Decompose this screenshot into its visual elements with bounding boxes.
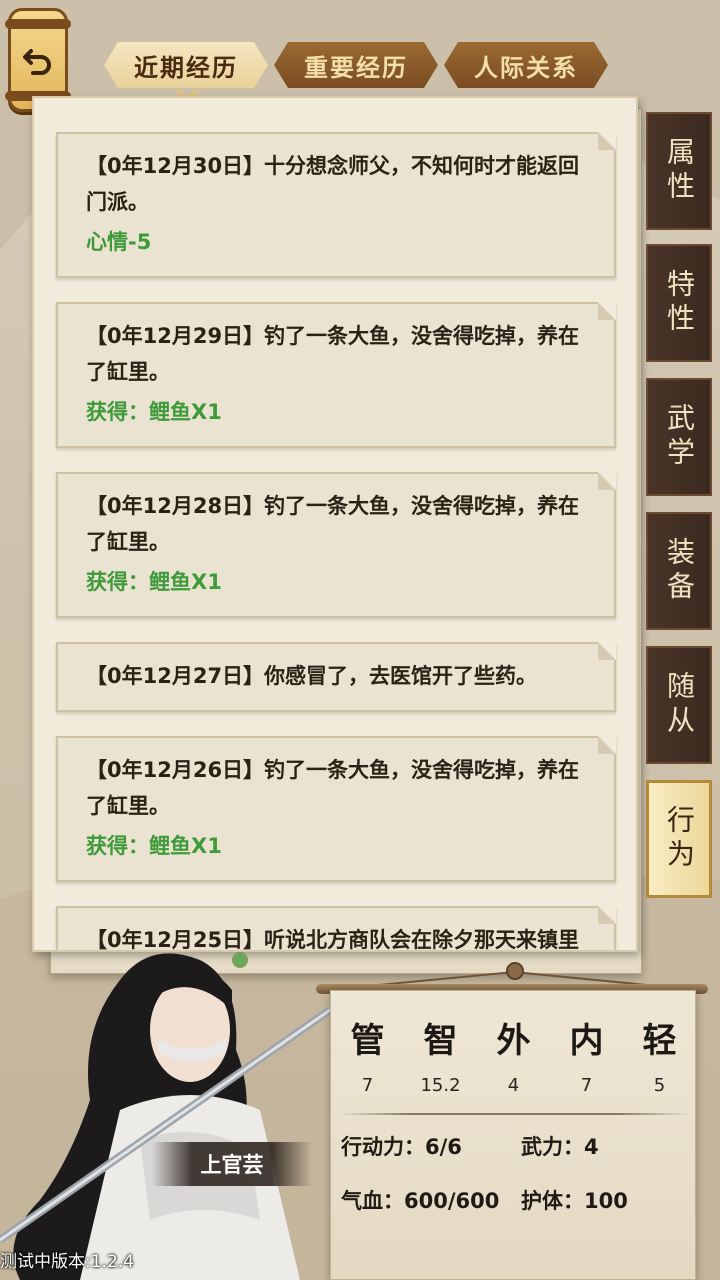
side-tab-behavior[interactable]: 行为: [646, 780, 712, 898]
experience-log-panel[interactable]: 【0年12月30日】十分想念师父，不知何时才能返回门派。 心情-5 【0年12月…: [32, 96, 638, 952]
log-entry-effect: 获得：鲤鱼X1: [86, 570, 222, 594]
attribute: 外 4: [477, 1013, 550, 1096]
scroll-hook-icon: [506, 962, 524, 980]
log-entry-text: 【0年12月26日】钓了一条大鱼，没舍得吃掉，养在了缸里。: [86, 758, 580, 818]
back-button-cap-top: [5, 19, 71, 29]
side-tab-followers[interactable]: 随从: [646, 646, 712, 764]
attribute-name: 内: [569, 1021, 604, 1061]
attribute-value: 4: [507, 1075, 520, 1096]
action-points: 行动力：6/6: [341, 1135, 462, 1159]
log-entry-text: 【0年12月28日】钓了一条大鱼，没舍得吃掉，养在了缸里。: [86, 494, 580, 554]
attribute-name: 管: [350, 1021, 385, 1061]
version-label: 测试中版本:1.2.4: [0, 1252, 134, 1272]
attribute-value: 15.2: [420, 1075, 461, 1096]
tab-relationships[interactable]: 人际关系: [444, 42, 608, 88]
tab-recent-experiences[interactable]: 近期经历: [104, 42, 268, 88]
attribute: 管 7: [331, 1013, 404, 1096]
side-tab-equipment[interactable]: 装备: [646, 512, 712, 630]
character-name: 上官芸: [152, 1142, 312, 1186]
log-entry-effect: 获得：鲤鱼X1: [86, 834, 222, 858]
side-tab-attributes[interactable]: 属性: [646, 112, 712, 230]
back-arrow-icon: [23, 49, 51, 75]
guard-stat: 护体：100: [521, 1189, 628, 1213]
force-stat: 武力：4: [521, 1135, 599, 1159]
top-tabs: 近期经历 重要经历 人际关系: [104, 42, 608, 90]
log-entry: 【0年12月27日】你感冒了，去医馆开了些药。: [56, 642, 616, 712]
log-entry-effect: 获得：鲤鱼X1: [86, 400, 222, 424]
log-entry: 【0年12月29日】钓了一条大鱼，没舍得吃掉，养在了缸里。 获得：鲤鱼X1: [56, 302, 616, 448]
character-portrait: [0, 952, 333, 1280]
log-entry-text: 【0年12月30日】十分想念师父，不知何时才能返回门派。: [86, 154, 580, 214]
attribute-row: 管 7 智 15.2 外 4 内 7 轻 5: [331, 1013, 697, 1096]
log-entry-effect: 心情-5: [86, 230, 152, 254]
attribute-value: 7: [361, 1075, 374, 1096]
log-entry: 【0年12月28日】钓了一条大鱼，没舍得吃掉，养在了缸里。 获得：鲤鱼X1: [56, 472, 616, 618]
log-entry-text: 【0年12月27日】你感冒了，去医馆开了些药。: [86, 664, 538, 688]
attribute-name: 外: [496, 1021, 531, 1061]
tab-important-experiences[interactable]: 重要经历: [274, 42, 438, 88]
attribute-name: 智: [423, 1021, 458, 1061]
attribute: 智 15.2: [404, 1013, 477, 1096]
attribute-name: 轻: [642, 1021, 677, 1061]
side-tab-traits[interactable]: 特性: [646, 244, 712, 362]
log-entry: 【0年12月30日】十分想念师父，不知何时才能返回门派。 心情-5: [56, 132, 616, 278]
character-stats-panel: 管 7 智 15.2 外 4 内 7 轻 5 行动力：6/6 武力：4 气血：6…: [330, 990, 696, 1280]
attribute: 轻 5: [623, 1013, 696, 1096]
attribute-value: 7: [580, 1075, 593, 1096]
stats-divider: [339, 1113, 689, 1115]
attribute-value: 5: [653, 1075, 666, 1096]
log-entry-text: 【0年12月29日】钓了一条大鱼，没舍得吃掉，养在了缸里。: [86, 324, 580, 384]
log-entry: 【0年12月26日】钓了一条大鱼，没舍得吃掉，养在了缸里。 获得：鲤鱼X1: [56, 736, 616, 882]
attribute: 内 7: [550, 1013, 623, 1096]
side-tab-martial-arts[interactable]: 武学: [646, 378, 712, 496]
hp-stat: 气血：600/600: [341, 1189, 500, 1213]
